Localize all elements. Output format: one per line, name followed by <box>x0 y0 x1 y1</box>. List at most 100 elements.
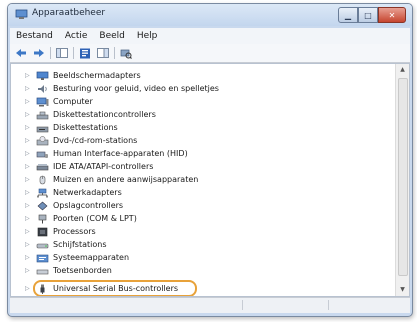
processor-icon <box>37 227 48 236</box>
tree-item-label: IDE ATA/ATAPI-controllers <box>53 162 154 171</box>
dvd-drive-icon <box>36 135 49 145</box>
expand-arrow-icon[interactable]: ▷ <box>25 137 33 144</box>
menu-beeld[interactable]: Beeld <box>99 31 124 41</box>
port-icon <box>38 214 47 223</box>
expand-arrow-icon[interactable]: ▷ <box>25 285 33 292</box>
hid-icon <box>36 151 48 158</box>
window-controls: ▁ □ ✕ <box>338 7 406 23</box>
tree-item[interactable]: ▷ Systeemapparaten <box>25 252 129 263</box>
tree-item-label: Schijfstations <box>53 240 107 249</box>
tree-item-label: Muizen en andere aanwijsapparaten <box>53 175 199 184</box>
close-button[interactable]: ✕ <box>378 7 406 23</box>
tree-view-icon <box>56 48 68 58</box>
system-device-icon <box>36 254 49 262</box>
scroll-up-icon[interactable]: ▲ <box>396 64 409 76</box>
network-adapter-icon <box>37 188 48 197</box>
scrollbar-thumb[interactable] <box>398 78 408 276</box>
tree-item[interactable]: ▷ Toetsenborden <box>25 265 112 276</box>
minimize-icon: ▁ <box>344 10 352 20</box>
tree-item[interactable]: ▷ Poorten (COM & LPT) <box>25 213 137 224</box>
status-divider <box>328 300 329 310</box>
tree-item[interactable]: ▷ Dvd-/cd-rom-stations <box>25 135 137 146</box>
tree-item-label: Diskettestationcontrollers <box>53 110 156 119</box>
expand-arrow-icon[interactable]: ▷ <box>25 85 33 92</box>
maximize-button[interactable]: □ <box>358 7 378 23</box>
tree-item-label: Computer <box>53 97 93 106</box>
expand-arrow-icon[interactable]: ▷ <box>25 98 33 105</box>
expand-arrow-icon[interactable]: ▷ <box>25 228 33 235</box>
expand-arrow-icon[interactable]: ▷ <box>25 176 33 183</box>
menu-actie[interactable]: Actie <box>65 31 88 41</box>
properties-icon <box>80 48 90 58</box>
device-manager-window: Apparaatbeheer ▁ □ ✕ Bestand Actie Beeld… <box>7 3 413 317</box>
tree-item[interactable]: ▷ Diskettestationcontrollers <box>25 109 156 120</box>
maximize-icon: □ <box>364 10 372 20</box>
expand-arrow-icon[interactable]: ▷ <box>25 241 33 248</box>
tree-item[interactable]: ▷ Netwerkadapters <box>25 187 122 198</box>
highlight-ring <box>33 280 197 296</box>
expand-arrow-icon[interactable]: ▷ <box>25 150 33 157</box>
tree-item[interactable]: ▷ Schijfstations <box>25 239 107 250</box>
device-tree: ▷ Beeldschermadapters ▷ Besturing voor g… <box>11 64 395 296</box>
tree-item[interactable]: ▷ IDE ATA/ATAPI-controllers <box>25 161 153 172</box>
expand-arrow-icon[interactable]: ▷ <box>25 254 33 261</box>
disk-drive-icon <box>36 243 49 248</box>
tree-item-label: Beeldschermadapters <box>53 71 141 80</box>
floppy-drive-icon <box>36 126 49 132</box>
minimize-button[interactable]: ▁ <box>338 7 358 23</box>
tree-item[interactable]: ▷ Opslagcontrollers <box>25 200 123 211</box>
tree-item[interactable]: ▷ Besturing voor geluid, video en spelle… <box>25 83 219 94</box>
sound-icon <box>38 84 47 93</box>
toolbar <box>10 44 410 63</box>
panel-icon <box>97 48 109 58</box>
menu-bestand[interactable]: Bestand <box>16 31 53 41</box>
tree-item[interactable]: ▷ Processors <box>25 226 96 237</box>
computer-icon <box>36 97 49 106</box>
vertical-scrollbar[interactable]: ▲ ▼ <box>395 64 409 296</box>
expand-arrow-icon[interactable]: ▷ <box>25 124 33 131</box>
expand-arrow-icon[interactable]: ▷ <box>25 111 33 118</box>
expand-arrow-icon[interactable]: ▷ <box>25 189 33 196</box>
device-manager-icon <box>15 9 28 19</box>
properties-button[interactable] <box>78 47 92 59</box>
expand-arrow-icon[interactable]: ▷ <box>25 215 33 222</box>
tree-item[interactable]: ▷ Muizen en andere aanwijsapparaten <box>25 174 198 185</box>
forward-arrow-icon <box>34 49 44 57</box>
tree-item-label: Poorten (COM & LPT) <box>53 214 137 223</box>
back-button[interactable] <box>14 47 28 59</box>
title-bar[interactable]: Apparaatbeheer ▁ □ ✕ <box>8 4 412 26</box>
scan-hardware-icon <box>120 49 132 59</box>
tree-item[interactable]: ▷ Computer <box>25 96 93 107</box>
toolbar-separator <box>50 47 51 59</box>
tree-item[interactable]: ▷ Human Interface-apparaten (HID) <box>25 148 188 159</box>
tree-item-label: Netwerkadapters <box>53 188 122 197</box>
floppy-controller-icon <box>36 111 49 119</box>
tree-item-label: Human Interface-apparaten (HID) <box>53 149 188 158</box>
expand-arrow-icon[interactable]: ▷ <box>25 267 33 274</box>
mouse-icon <box>39 175 46 184</box>
tree-item-label: Dvd-/cd-rom-stations <box>53 136 138 145</box>
tree-item-label: Diskettestations <box>53 123 118 132</box>
ide-controller-icon <box>36 163 49 170</box>
expand-arrow-icon[interactable]: ▷ <box>25 72 33 79</box>
status-divider <box>242 300 243 310</box>
menu-help[interactable]: Help <box>137 31 158 41</box>
keyboard-icon <box>36 269 49 274</box>
expand-arrow-icon[interactable]: ▷ <box>25 202 33 209</box>
tree-item[interactable]: ▷ Diskettestations <box>25 122 118 133</box>
device-tree-panel: ▷ Beeldschermadapters ▷ Besturing voor g… <box>10 63 410 297</box>
menu-bar: Bestand Actie Beeld Help <box>10 28 410 44</box>
back-arrow-icon <box>16 49 26 57</box>
help-view-button[interactable] <box>96 47 110 59</box>
forward-button[interactable] <box>32 47 46 59</box>
expand-arrow-icon[interactable]: ▷ <box>25 163 33 170</box>
tree-item-label: Besturing voor geluid, video en spelletj… <box>53 84 219 93</box>
scan-hardware-button[interactable] <box>119 47 133 59</box>
show-hide-tree-button[interactable] <box>55 47 69 59</box>
toolbar-separator <box>114 47 115 59</box>
tree-item[interactable]: ▷ Beeldschermadapters <box>25 70 141 81</box>
window-title: Apparaatbeheer <box>32 8 106 18</box>
tree-item-label: Processors <box>53 227 96 236</box>
scroll-down-icon[interactable]: ▼ <box>396 284 409 296</box>
tree-item-label: Opslagcontrollers <box>53 201 124 210</box>
